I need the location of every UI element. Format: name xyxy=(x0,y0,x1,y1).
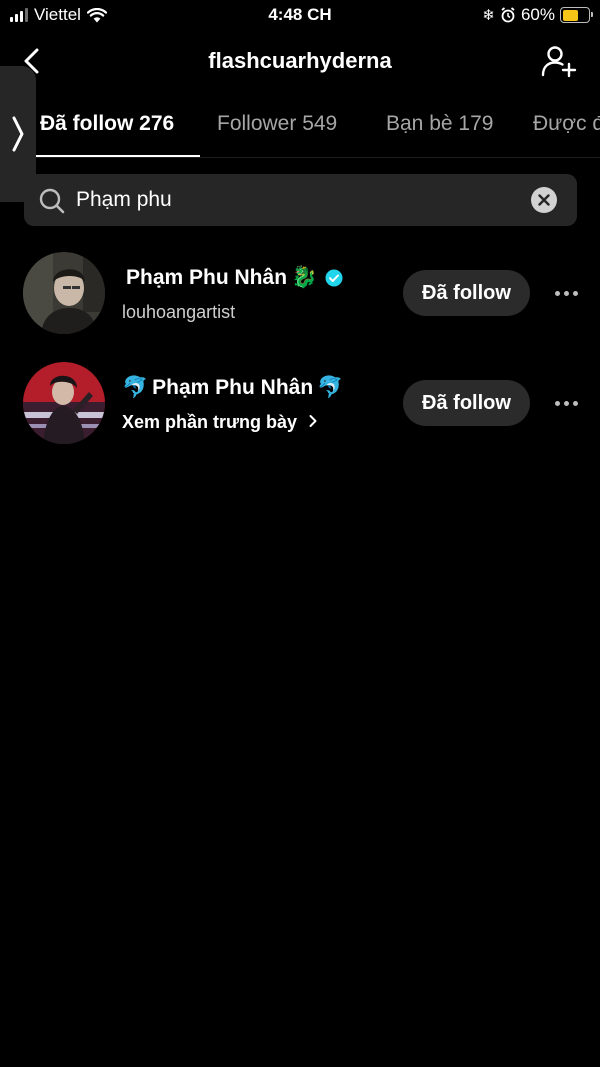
avatar[interactable] xyxy=(23,252,105,334)
list-item[interactable]: Phạm Phu Nhân 🐉 louhoangartist Đã follow xyxy=(0,252,600,342)
close-icon xyxy=(538,194,550,206)
tab-friends[interactable]: Bạn bè 179 xyxy=(386,112,493,136)
name-emoji-before: 🐬 xyxy=(122,376,149,399)
clear-search-button[interactable] xyxy=(531,187,557,213)
status-right: ❄ 60% xyxy=(482,5,593,25)
signal-icon xyxy=(10,8,28,22)
dot-icon xyxy=(554,290,560,296)
handle-text: louhoangartist xyxy=(122,302,236,322)
more-options-button[interactable] xyxy=(548,280,584,306)
dot-icon xyxy=(554,400,560,406)
header: flashcuarhyderna xyxy=(0,38,600,86)
add-user-icon xyxy=(541,46,577,78)
search-icon xyxy=(39,188,65,214)
page-title: flashcuarhyderna xyxy=(208,48,392,73)
more-options-button[interactable] xyxy=(548,390,584,416)
dot-icon xyxy=(572,400,578,406)
search-bar[interactable] xyxy=(24,174,577,226)
carrier-label: Viettel xyxy=(34,5,81,24)
snowflake-icon: ❄ xyxy=(482,7,495,24)
chevron-right-icon xyxy=(309,415,317,427)
tab-suggested[interactable]: Được đ xyxy=(533,112,600,136)
view-showcase-link[interactable]: Xem phần trưng bày xyxy=(122,412,318,433)
search-input[interactable] xyxy=(76,174,516,226)
name-emoji-after: 🐬 xyxy=(317,376,344,399)
tab-following[interactable]: Đã follow 276 xyxy=(40,112,174,136)
battery-icon xyxy=(560,7,593,23)
tab-followers[interactable]: Follower 549 xyxy=(217,112,337,136)
showcase-link-label: Xem phần trưng bày xyxy=(122,412,298,432)
avatar[interactable] xyxy=(23,362,105,444)
verified-badge-icon xyxy=(325,269,343,287)
chevron-right-icon xyxy=(12,116,24,152)
username-display-name[interactable]: Phạm Phu Nhân 🐉 xyxy=(122,266,343,290)
status-bar: Viettel 4:48 CH ❄ 60% xyxy=(0,0,600,32)
display-name: Phạm Phu Nhân xyxy=(152,376,314,399)
username-display-name[interactable]: 🐬 Phạm Phu Nhân 🐬 xyxy=(122,376,343,400)
following-button[interactable]: Đã follow xyxy=(403,270,530,316)
active-tab-indicator xyxy=(36,155,200,157)
name-emoji-after: 🐉 xyxy=(291,266,318,289)
list-item[interactable]: 🐬 Phạm Phu Nhân 🐬 Xem phần trưng bày Đã … xyxy=(0,362,600,452)
tab-bar: Đã follow 276 Follower 549 Bạn bè 179 Đư… xyxy=(0,100,600,158)
dot-icon xyxy=(572,290,578,296)
status-left: Viettel xyxy=(10,5,107,25)
following-button[interactable]: Đã follow xyxy=(403,380,530,426)
dot-icon xyxy=(563,290,569,296)
dot-icon xyxy=(563,400,569,406)
alarm-icon xyxy=(501,7,515,23)
wifi-icon xyxy=(86,7,107,22)
add-friend-button[interactable] xyxy=(540,42,578,80)
battery-percent: 60% xyxy=(520,5,555,24)
display-name: Phạm Phu Nhân xyxy=(126,266,288,289)
